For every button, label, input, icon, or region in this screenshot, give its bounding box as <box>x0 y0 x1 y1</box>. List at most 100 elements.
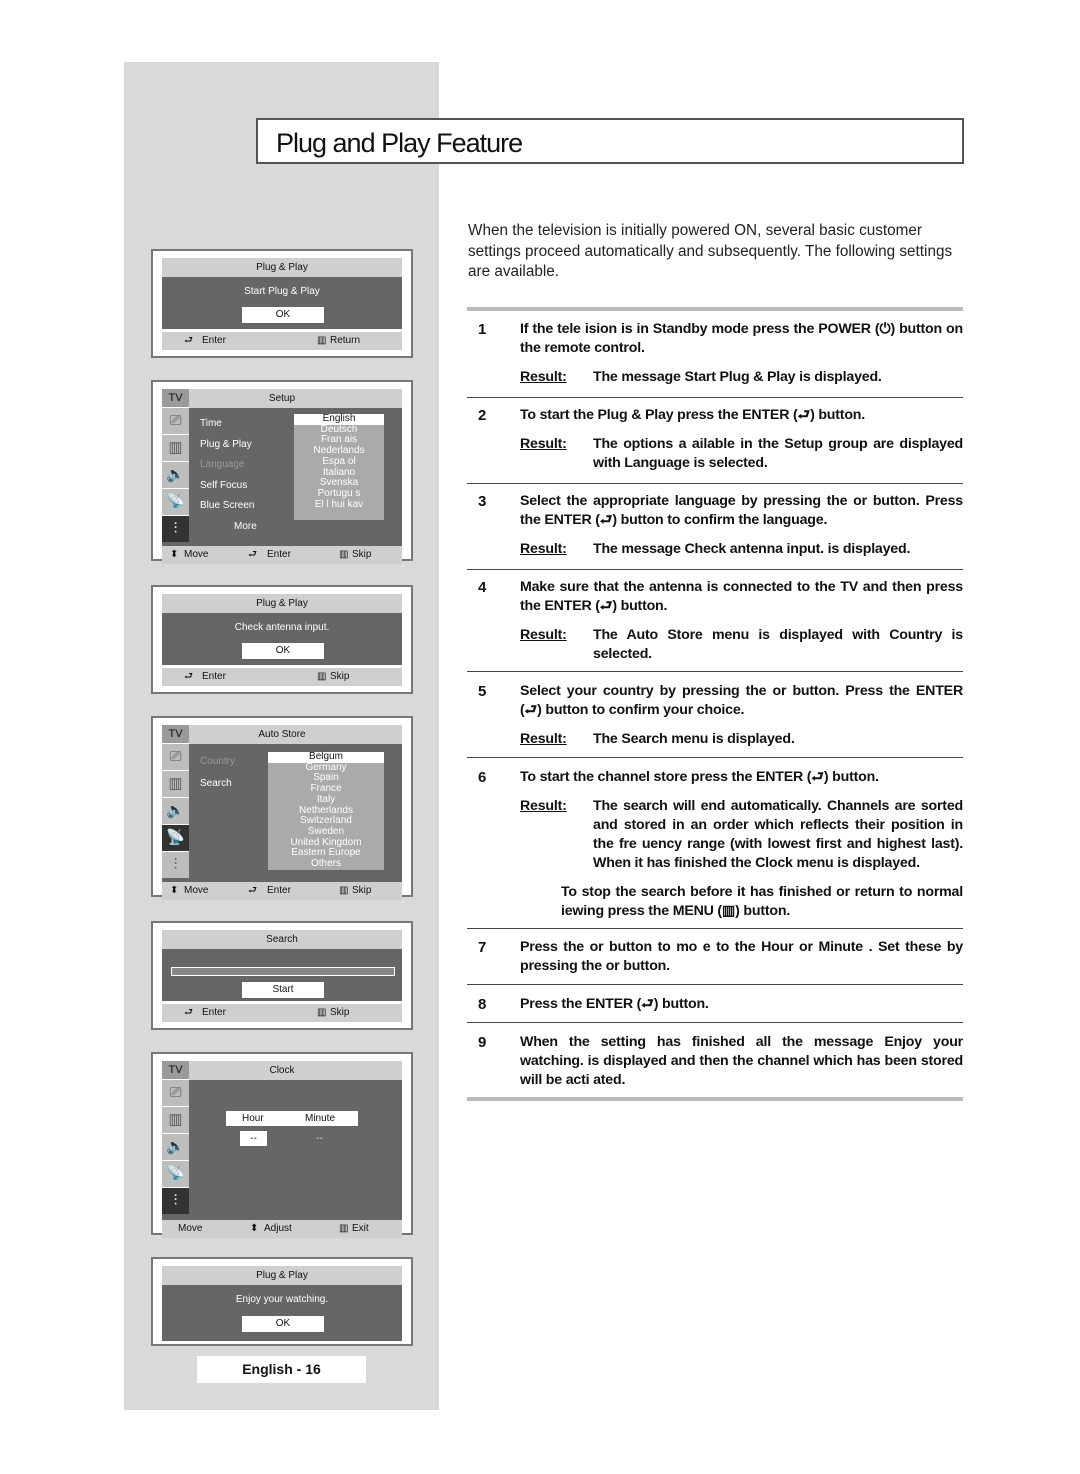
list-item: Italy <box>316 793 336 805</box>
screen-auto-store: Auto Store Country Search Belgum Germany… <box>151 716 413 900</box>
step-number: 3 <box>478 493 487 510</box>
footer-enter: Enter <box>267 885 291 896</box>
enter-icon: ⮐ <box>248 885 257 896</box>
antenna-icon: 📡 <box>162 488 189 515</box>
icon-sidebar: TV ⎚ ▥ 🔈 📡 ⫶ <box>162 725 189 878</box>
screen-body: Check antenna input. OK <box>162 613 402 665</box>
footer-move: Move <box>184 885 209 896</box>
updown-icon: ⬍ <box>250 1223 259 1234</box>
step-note: To stop the search before it has finishe… <box>561 884 963 919</box>
enter-icon: ⮐ <box>184 1007 193 1018</box>
tv-label: TV <box>162 1061 189 1079</box>
step-text: Press the or button to mo e to the Hour … <box>520 939 963 974</box>
footer-exit: Exit <box>352 1223 369 1234</box>
screen-body: Hour Minute -- -- <box>162 1080 402 1220</box>
sound-icon: 🔈 <box>162 461 189 488</box>
step-text: If the tele ision is in Standby mode pre… <box>520 321 963 356</box>
icon-sidebar: TV ⎚ ▥ 🔈 📡 ⫶ <box>162 389 189 542</box>
screen-body: Country Search Belgum Germany Spain Fran… <box>162 744 402 882</box>
progress-bar <box>171 967 395 976</box>
input-icon: ⎚ <box>162 743 189 770</box>
menu-icon: ▥ <box>317 335 327 346</box>
step-text: When the setting has finished all the me… <box>520 1034 963 1088</box>
result-text: The Search menu is displayed. <box>593 731 795 747</box>
setup-menu: Time Plug & Play Language Self Focus Blu… <box>200 414 257 537</box>
step-number: 4 <box>478 579 487 596</box>
divider <box>467 757 963 758</box>
result-label: Result: <box>520 627 567 643</box>
ok-button: OK <box>242 307 324 323</box>
screen-search: Search Start ⮐ Enter ▥ Skip <box>151 921 413 1030</box>
step-text: Press the ENTER (⮐) button. <box>520 996 709 1012</box>
divider <box>467 483 963 484</box>
screen-footer: ⮐ Enter ▥ Skip <box>162 668 402 686</box>
divider <box>467 397 963 398</box>
antenna-icon: 📡 <box>162 824 189 851</box>
screen-start-plug-play: Plug & Play Start Plug & Play OK ⮐ Enter … <box>151 249 413 358</box>
input-icon: ⎚ <box>162 1079 189 1106</box>
step-3: 3 Select the appropriate language by pres… <box>467 492 963 559</box>
footer-skip: Skip <box>330 1007 350 1018</box>
step-4: 4 Make sure that the antenna is connected… <box>467 578 963 664</box>
screen-enjoy: Plug & Play Enjoy your watching. OK <box>151 1257 413 1346</box>
step-number: 2 <box>478 407 487 424</box>
icon-sidebar: TV ⎚ ▥ 🔈 📡 ⫶ <box>162 1061 189 1214</box>
divider <box>467 671 963 672</box>
result-label: Result: <box>520 541 567 557</box>
setup-icon: ⫶ <box>162 1187 189 1214</box>
menu-item: Blue Screen <box>200 500 255 511</box>
menu-icon: ▥ <box>317 671 327 682</box>
footer-skip: Skip <box>352 885 372 896</box>
footer-enter: Enter <box>202 1007 226 1018</box>
divider <box>467 569 963 570</box>
step-text: Select the appropriate language by press… <box>520 493 963 528</box>
result-text: The Auto Store menu is displayed with Co… <box>593 627 963 662</box>
screen-header: Auto Store <box>162 725 402 744</box>
menu-item: Self Focus <box>200 479 248 491</box>
step-6: 6 To start the channel store press the EN… <box>467 768 963 921</box>
result-label: Result: <box>520 436 567 452</box>
result-text: The search will end automatically. Chann… <box>593 798 963 871</box>
language-list: English Deutsch Fran ais Nederlands Espa… <box>294 413 384 520</box>
screen-body: Start <box>162 949 402 1001</box>
menu-icon: ▥ <box>339 549 349 560</box>
step-number: 1 <box>478 321 487 338</box>
tv-label: TV <box>162 389 189 407</box>
intro-paragraph: When the television is initially powered… <box>468 222 953 280</box>
hour-label: Hour <box>242 1113 264 1124</box>
sound-icon: 🔈 <box>162 797 189 824</box>
screen-body: Enjoy your watching. OK <box>162 1285 402 1341</box>
screen-footer: Move ⬍ Adjust ▥ Exit <box>162 1220 402 1238</box>
menu-item: Search <box>200 778 232 789</box>
screen-header: Setup <box>162 389 402 408</box>
screen-clock: Clock Hour Minute -- -- TV ⎚ ▥ 🔈 📡 ⫶ Mov… <box>151 1052 413 1238</box>
setup-icon: ⫶ <box>162 515 189 542</box>
minute-value: -- <box>316 1133 323 1144</box>
screen-body: Start Plug & Play OK <box>162 277 402 329</box>
menu-item-selected: Country <box>200 756 236 767</box>
footer-enter: Enter <box>202 335 226 346</box>
result-label: Result: <box>520 369 567 385</box>
list-item: Espa ol <box>322 455 356 467</box>
step-1: 1 If the tele ision is in Standby mode pr… <box>467 320 963 387</box>
footer-enter: Enter <box>267 549 291 560</box>
step-number: 9 <box>478 1034 487 1051</box>
step-2: 2 To start the Plug & Play press the ENTE… <box>467 406 963 473</box>
step-number: 7 <box>478 939 487 956</box>
screen-header: Plug & Play <box>162 594 402 613</box>
list-item: Others <box>310 858 341 870</box>
footer-move: Move <box>178 1223 203 1234</box>
setup-icon: ⫶ <box>162 851 189 878</box>
hour-value: -- <box>240 1131 267 1146</box>
menu-item: Time <box>200 418 222 429</box>
step-text: To start the Plug & Play press the ENTER… <box>520 407 865 423</box>
divider <box>467 1097 963 1101</box>
screen-footer: ⬍ Move ⮐ Enter ▥ Skip <box>162 882 402 900</box>
screen-header: Clock <box>162 1061 402 1080</box>
page-number: English - 16 <box>197 1356 366 1383</box>
enter-icon: ⮐ <box>248 549 257 560</box>
step-number: 5 <box>478 683 487 700</box>
picture-icon: ▥ <box>162 770 189 797</box>
step-8: 8 Press the ENTER (⮐) button. <box>467 995 963 1014</box>
footer-move: Move <box>184 549 209 560</box>
